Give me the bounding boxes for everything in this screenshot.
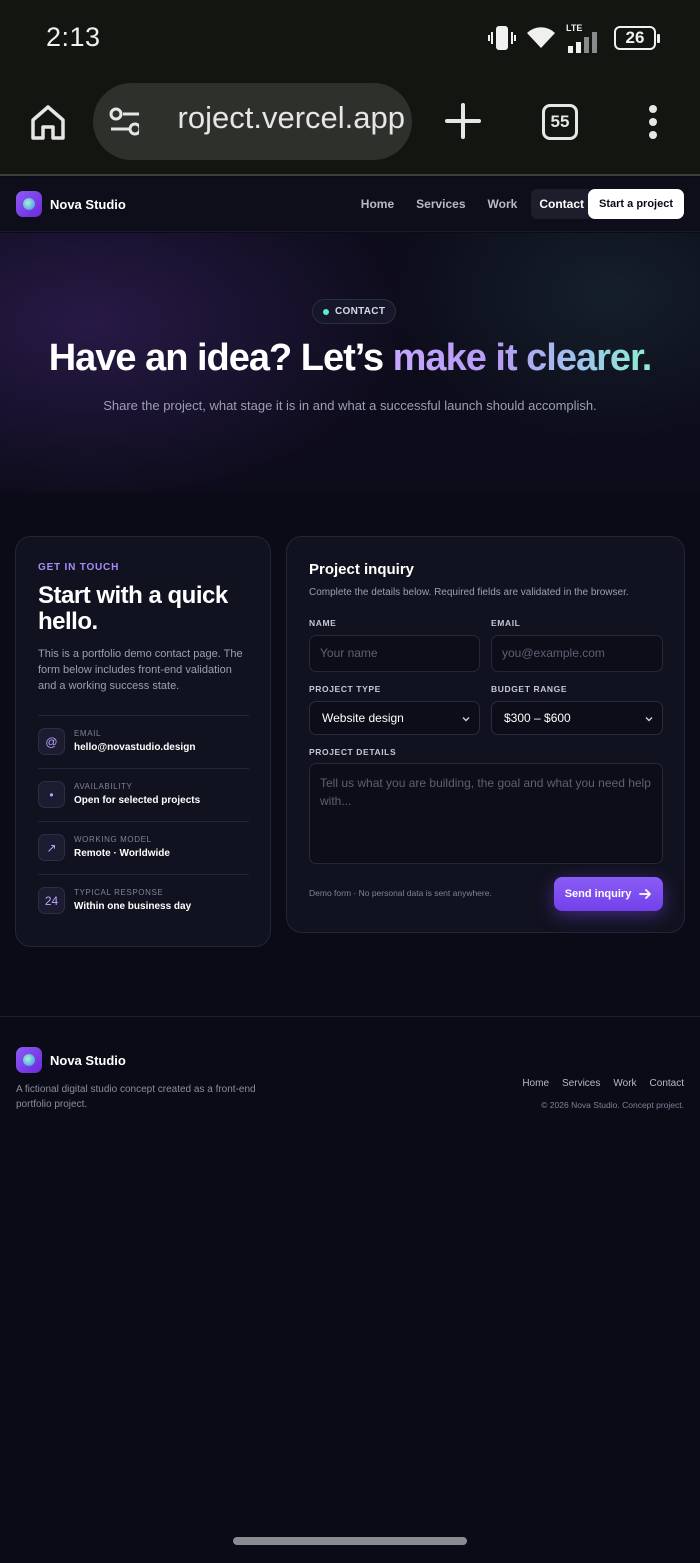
arrow-right-icon	[639, 889, 652, 899]
info-label: AVAILABILITY	[74, 782, 133, 791]
vibrate-icon	[488, 26, 516, 50]
home-icon[interactable]	[28, 102, 68, 142]
section-pill: CONTACT	[312, 299, 397, 324]
card-eyebrow: GET IN TOUCH	[38, 562, 120, 573]
info-value: Open for selected projects	[74, 795, 201, 806]
info-row-response: 24 TYPICAL RESPONSE Within one business …	[38, 874, 249, 927]
status-dot-icon	[323, 308, 329, 315]
plus-icon[interactable]	[444, 102, 482, 140]
card-title: Start with a quick hello.	[38, 582, 228, 635]
logo-icon[interactable]	[16, 1047, 42, 1073]
send-inquiry-button[interactable]: Send inquiry	[554, 877, 663, 911]
hero-section: CONTACT Have an idea? Let’s make it clea…	[0, 233, 700, 493]
info-value: Remote · Worldwide	[74, 848, 170, 859]
start-project-button[interactable]: Start a project	[588, 189, 684, 219]
card-description: This is a portfolio demo contact page. T…	[38, 648, 243, 692]
dot-icon: •	[38, 781, 65, 808]
signal-icon	[568, 32, 597, 53]
at-icon: @	[38, 728, 65, 755]
site-footer: Nova Studio A fictional digital studio c…	[0, 1016, 700, 1126]
info-row-availability: • AVAILABILITY Open for selected project…	[38, 768, 249, 821]
nav-links: Home Services Work Contact	[353, 189, 592, 219]
footer-brand[interactable]: Nova Studio	[50, 1053, 126, 1068]
nav-link-contact[interactable]: Contact	[531, 189, 592, 219]
details-label: PROJECT DETAILS	[309, 747, 397, 757]
logo-icon[interactable]	[16, 191, 42, 217]
nav-link-work[interactable]: Work	[480, 189, 526, 219]
brand-name[interactable]: Nova Studio	[50, 197, 126, 212]
home-indicator[interactable]	[233, 1537, 467, 1545]
tab-switcher-button[interactable]: 55	[542, 104, 578, 140]
email-link[interactable]: hello@novastudio.design	[74, 742, 195, 753]
info-label: TYPICAL RESPONSE	[74, 888, 164, 897]
name-label: NAME	[309, 618, 337, 628]
budget-label: BUDGET RANGE	[491, 684, 568, 694]
page-title: Have an idea? Let’s make it clearer.	[0, 337, 700, 380]
battery-icon: 26	[614, 26, 660, 50]
form-subtitle: Complete the details below. Required fie…	[309, 587, 629, 598]
project-type-select[interactable]: Website design	[309, 701, 480, 735]
budget-select[interactable]: $300 – $600	[491, 701, 663, 735]
info-row-working-model: ↗ WORKING MODEL Remote · Worldwide	[38, 821, 249, 874]
arrow-up-right-icon: ↗	[38, 834, 65, 861]
url-text: roject.vercel.app	[177, 100, 405, 135]
footer-links: Home Services Work Contact	[522, 1078, 684, 1089]
tune-icon[interactable]	[109, 107, 143, 137]
inquiry-form-card: Project inquiry Complete the details bel…	[286, 536, 685, 933]
copyright: © 2026 Nova Studio. Concept project.	[541, 1100, 684, 1110]
footer-link-contact[interactable]: Contact	[650, 1078, 684, 1089]
title-gradient: make it clearer.	[392, 337, 653, 379]
nav-link-services[interactable]: Services	[408, 189, 473, 219]
pill-label: CONTACT	[335, 306, 386, 317]
chevron-down-icon	[462, 717, 470, 722]
battery-level: 26	[625, 28, 645, 47]
site-header: Nova Studio Home Services Work Contact S…	[0, 178, 700, 232]
title-plain: Have an idea? Let’s	[48, 337, 393, 379]
project-details-textarea[interactable]: Tell us what you are building, the goal …	[309, 763, 663, 864]
info-row-email: @ EMAIL hello@novastudio.design	[38, 715, 249, 768]
clock: 2:13	[46, 22, 101, 52]
email-label: EMAIL	[491, 618, 521, 628]
contact-info-list: @ EMAIL hello@novastudio.design • AVAILA…	[38, 715, 249, 927]
footer-description: A fictional digital studio concept creat…	[16, 1084, 256, 1110]
info-label: WORKING MODEL	[74, 835, 152, 844]
nav-link-home[interactable]: Home	[353, 189, 402, 219]
chevron-down-icon	[645, 717, 653, 722]
address-bar[interactable]: roject.vercel.app	[93, 83, 412, 160]
form-disclaimer: Demo form · No personal data is sent any…	[309, 888, 492, 898]
clock-24-icon: 24	[38, 887, 65, 914]
form-title: Project inquiry	[309, 561, 415, 578]
budget-value: $300 – $600	[504, 711, 571, 725]
footer-link-home[interactable]: Home	[522, 1078, 549, 1089]
project-type-value: Website design	[322, 711, 404, 725]
project-type-label: PROJECT TYPE	[309, 684, 381, 694]
info-label: EMAIL	[74, 729, 102, 738]
send-button-label: Send inquiry	[564, 888, 632, 900]
wifi-icon	[527, 27, 555, 48]
email-input[interactable]: you@example.com	[491, 635, 663, 672]
footer-link-services[interactable]: Services	[562, 1078, 600, 1089]
footer-link-work[interactable]: Work	[613, 1078, 636, 1089]
name-input[interactable]: Your name	[309, 635, 480, 672]
status-bar: 2:13 LTE 26	[0, 0, 700, 78]
more-icon[interactable]	[646, 104, 660, 140]
page-subtitle: Share the project, what stage it is in a…	[103, 398, 597, 413]
info-value: Within one business day	[74, 901, 192, 912]
browser-toolbar: roject.vercel.app 55	[0, 78, 700, 176]
contact-info-card: GET IN TOUCH Start with a quick hello. T…	[15, 536, 271, 947]
status-icons: LTE 26	[488, 20, 660, 56]
